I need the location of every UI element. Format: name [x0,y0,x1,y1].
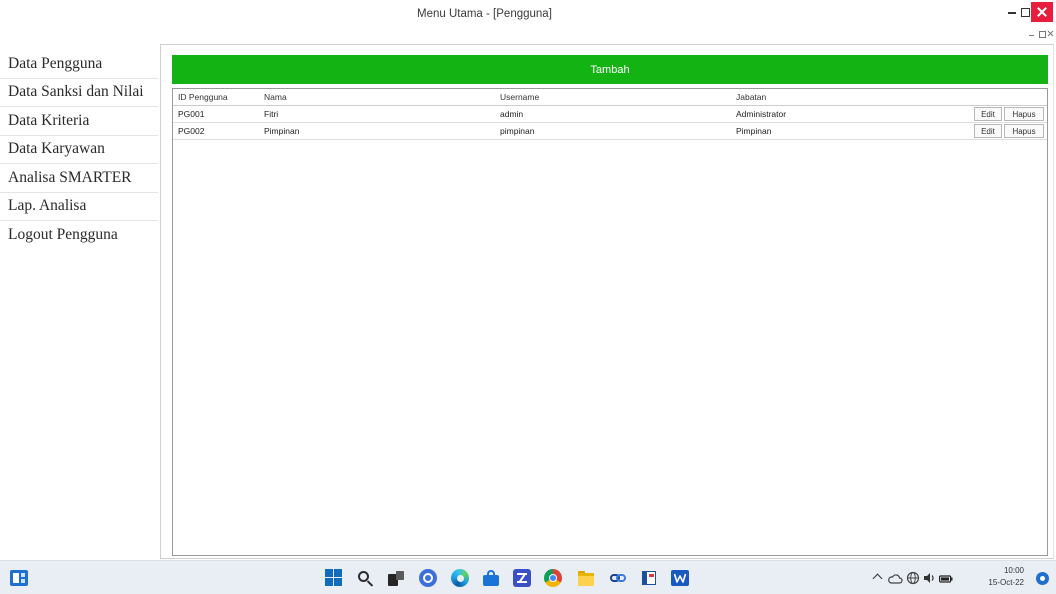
search-icon[interactable] [356,569,374,587]
column-header-jabatan: Jabatan [736,92,767,102]
sidebar-item-data-sanksi-dan-nilai[interactable]: Data Sanksi dan Nilai [0,79,158,107]
maximize-icon[interactable] [1019,4,1031,20]
clock-date: 15-Oct-22 [988,578,1024,587]
cell-username: pimpinan [500,126,535,136]
edge-browser-icon[interactable] [451,569,469,587]
cell-jabatan: Pimpinan [736,126,772,136]
notification-icon[interactable] [1036,572,1049,585]
battery-icon[interactable] [939,572,953,584]
link-app-icon[interactable] [609,569,627,587]
sidebar-item-data-kriteria[interactable]: Data Kriteria [0,107,158,136]
cell-id: PG002 [178,126,205,136]
speaker-icon[interactable] [922,571,936,585]
mdi-close-icon[interactable] [1047,30,1055,38]
mdi-restore-icon[interactable] [1038,30,1046,38]
file-explorer-icon[interactable] [577,569,595,587]
close-icon[interactable] [1031,2,1053,22]
minimize-icon[interactable] [1005,4,1019,20]
windows-start-icon[interactable] [325,569,343,587]
table-row: PG001 Fitri admin Administrator Edit Hap… [173,106,1047,123]
clock[interactable]: 10:00 15-Oct-22 [958,565,1024,589]
title-bar: Menu Utama - [Pengguna] [0,0,1056,38]
clock-time: 10:00 [1003,566,1024,575]
chat-icon[interactable] [419,569,437,587]
widgets-icon[interactable] [10,570,28,586]
table-header-row: ID Pengguna Nama Username Jabatan [173,89,1047,106]
store-icon[interactable] [482,569,500,587]
delete-button[interactable]: Hapus [1004,124,1044,138]
blue-app-icon[interactable] [513,569,531,587]
taskbar: 10:00 15-Oct-22 [0,560,1056,594]
chevron-up-icon[interactable] [872,573,883,584]
network-icon[interactable] [906,571,920,585]
cell-id: PG001 [178,109,205,119]
column-header-id: ID Pengguna [178,92,228,102]
row-actions: Edit Hapus [970,107,1047,121]
sidebar-item-data-karyawan[interactable]: Data Karyawan [0,136,158,164]
cell-username: admin [500,109,524,119]
table-row: PG002 Pimpinan pimpinan Pimpinan Edit Ha… [173,123,1047,140]
sidebar-item-logout[interactable]: Logout Pengguna [0,221,158,250]
word-icon[interactable] [671,569,689,587]
user-table: ID Pengguna Nama Username Jabatan PG001 … [172,88,1048,556]
window-title: Menu Utama - [Pengguna] [417,8,552,20]
delete-button[interactable]: Hapus [1004,107,1044,121]
task-view-icon[interactable] [387,569,405,587]
chrome-icon[interactable] [544,569,562,587]
row-actions: Edit Hapus [970,124,1047,138]
sidebar-menu: Data Pengguna Data Sanksi dan Nilai Data… [0,50,158,250]
edit-button[interactable]: Edit [974,124,1002,138]
mdi-minimize-icon[interactable] [1028,30,1036,38]
cell-jabatan: Administrator [736,109,787,119]
column-header-username: Username [500,92,540,102]
cell-nama: Fitri [264,109,279,119]
sidebar-item-analisa-smarter[interactable]: Analisa SMARTER [0,164,158,193]
sidebar-item-lap-analisa[interactable]: Lap. Analisa [0,193,158,221]
onedrive-cloud-icon[interactable] [887,572,903,584]
window-app-icon[interactable] [640,569,658,587]
cell-nama: Pimpinan [264,126,300,136]
sidebar-item-data-pengguna[interactable]: Data Pengguna [0,50,158,79]
edit-button[interactable]: Edit [974,107,1002,121]
column-header-nama: Nama [264,92,287,102]
add-user-button[interactable]: Tambah [172,55,1048,84]
